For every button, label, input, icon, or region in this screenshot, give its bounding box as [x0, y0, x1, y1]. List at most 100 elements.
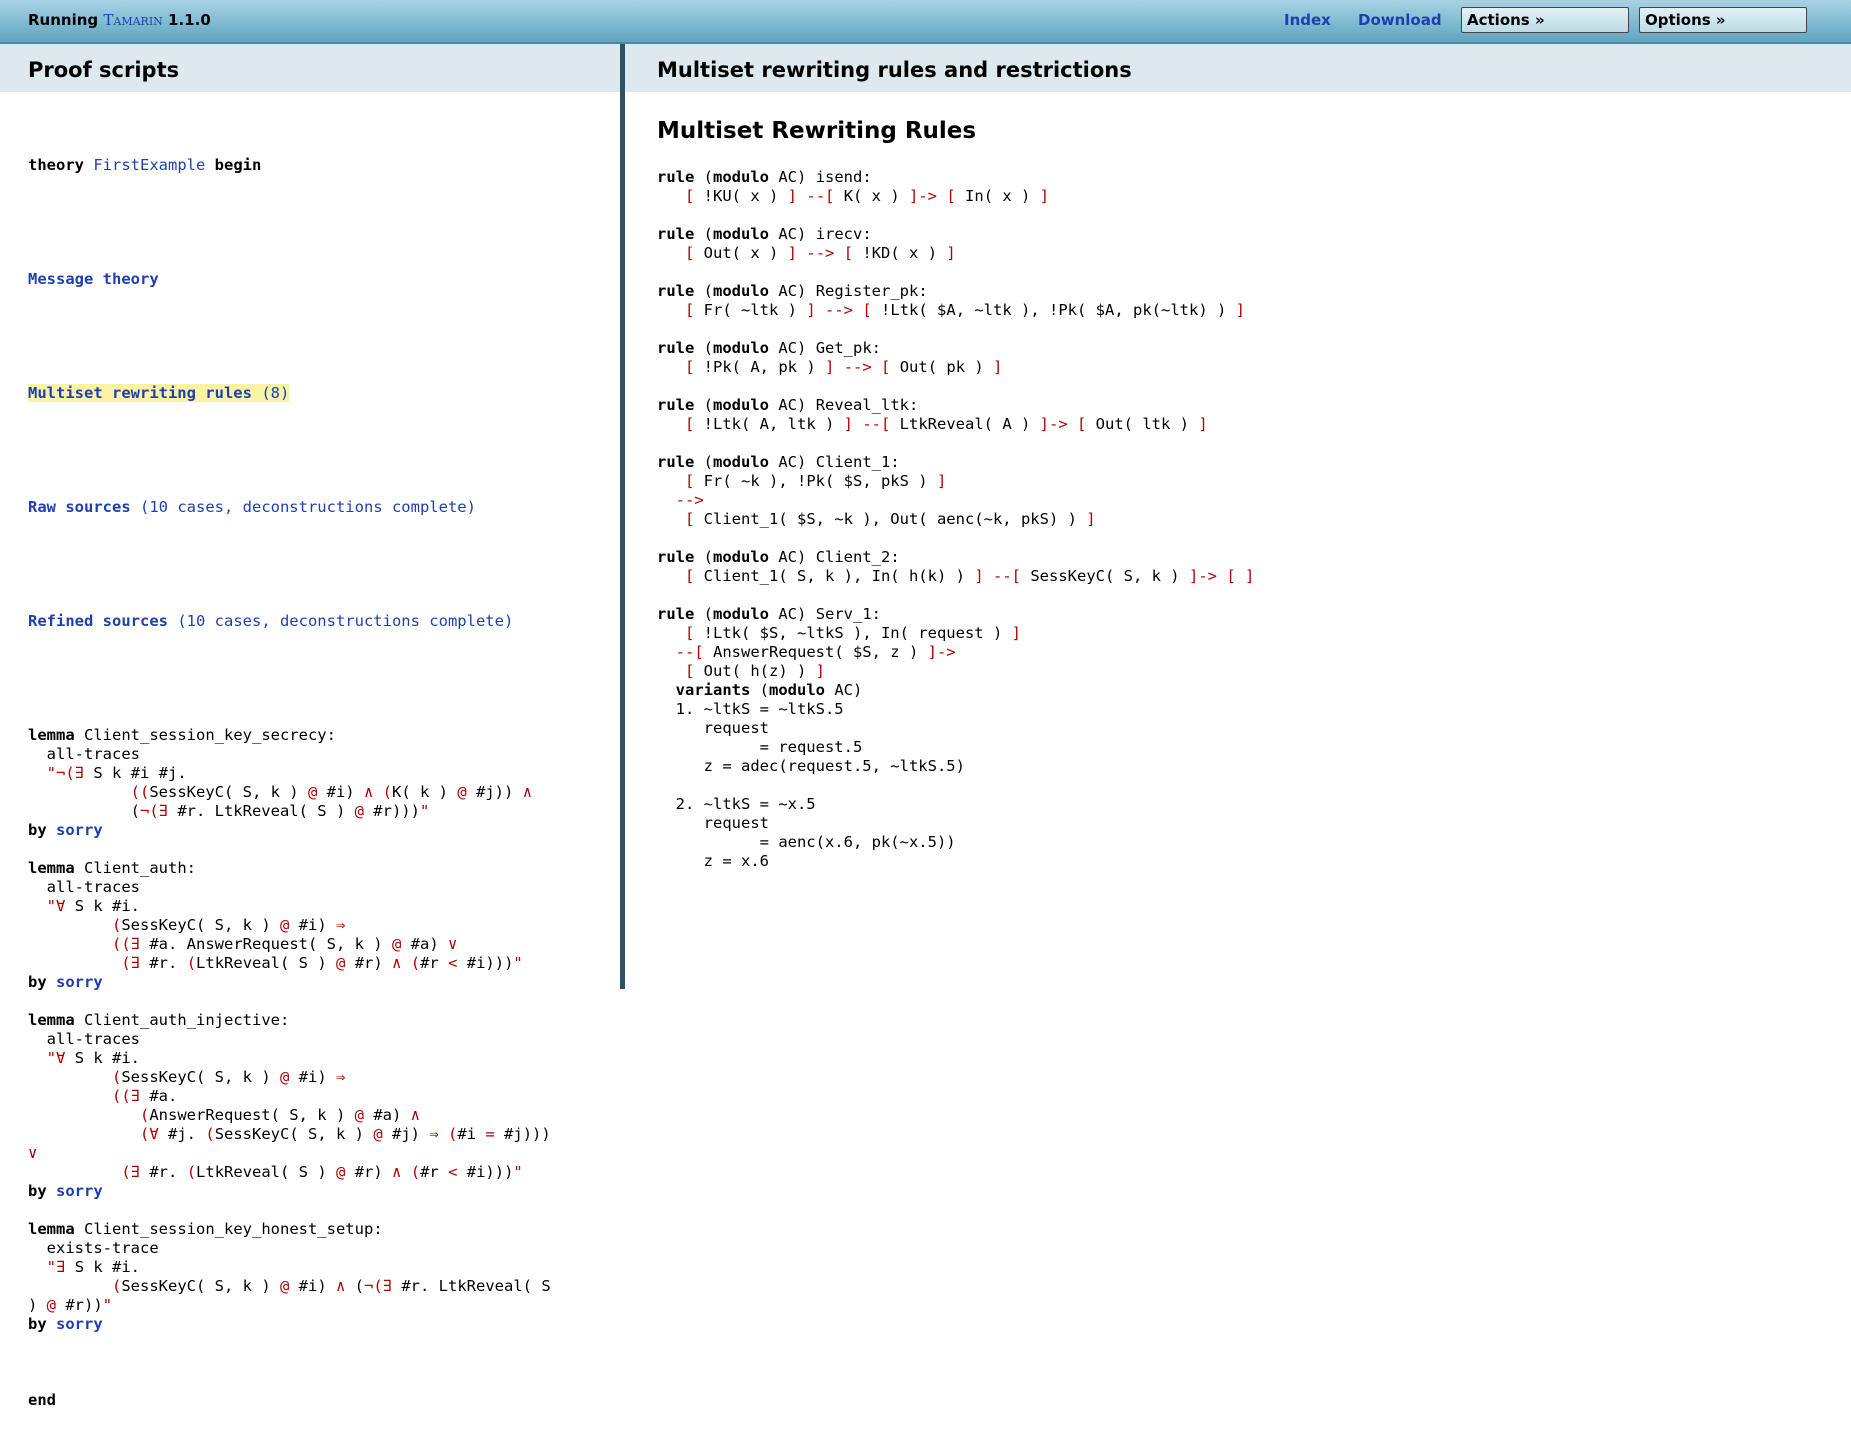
sorry-link[interactable]: sorry	[56, 1182, 103, 1200]
rule-name: Get_pk:	[815, 339, 882, 357]
panel-splitter[interactable]	[620, 44, 625, 989]
rule-keyword: rule	[657, 453, 695, 471]
rule-body-line: [ !Pk( A, pk ) ] --> [ Out( pk ) ]	[685, 358, 1003, 376]
lemma-keyword: lemma	[28, 859, 75, 877]
rule-name: Client_1:	[815, 453, 900, 471]
theory-keyword: theory	[28, 156, 84, 174]
left-panel-title: Proof scripts	[28, 58, 180, 82]
lemma-name: Client_session_key_honest_setup:	[84, 1220, 383, 1238]
variant-line: 1. ~ltkS = ~ltkS.5	[657, 700, 844, 718]
right-panel-header: Multiset rewriting rules and restriction…	[625, 44, 1851, 92]
rules-link[interactable]: Multiset rewriting rules (8)	[28, 384, 290, 402]
raw-sources-link[interactable]: Raw sources	[28, 498, 131, 516]
lemma-keyword: lemma	[28, 726, 75, 744]
rule-block: rule (modulo AC) Reveal_ltk: [ !Ltk( A, …	[657, 396, 1254, 453]
lemma-name: Client_auth_injective:	[84, 1011, 290, 1029]
index-link[interactable]: Index	[1284, 11, 1331, 29]
proof-line: by sorry	[28, 821, 551, 840]
section-title: Multiset Rewriting Rules	[657, 118, 977, 144]
refined-sources-link[interactable]: Refined sources	[28, 612, 168, 630]
options-menu-button[interactable]: Options »	[1639, 7, 1807, 33]
lemma-keyword: lemma	[28, 1220, 75, 1238]
rule-body-line: [ !Ltk( A, ltk ) ] --[ LtkReveal( A ) ]-…	[685, 415, 1208, 433]
theory-name-link[interactable]: FirstExample	[93, 156, 205, 174]
lemma-formula-line: all-traces	[28, 1030, 140, 1048]
by-keyword: by	[28, 973, 47, 991]
modulo-keyword: modulo	[713, 339, 769, 357]
message-theory-link[interactable]: Message theory	[28, 270, 159, 288]
rule-keyword: rule	[657, 548, 695, 566]
proof-line: by sorry	[28, 1182, 551, 1201]
lemma-formula-line: (∀ #j. (SessKeyC( S, k ) @ #j) ⇒ (#i = #…	[139, 1125, 551, 1143]
rule-body-line: --[ AnswerRequest( $S, z ) ]->	[675, 643, 956, 661]
app-brand: Running Tamarin 1.1.0	[28, 11, 211, 29]
refined-sources-info[interactable]: (10 cases, deconstructions complete)	[177, 612, 513, 630]
lemma-formula-line: ((SessKeyC( S, k ) @ #i) ∧ (K( k ) @ #j)…	[130, 783, 533, 801]
by-keyword: by	[28, 1315, 47, 1333]
modulo-keyword: modulo	[713, 282, 769, 300]
modulo-keyword: modulo	[713, 548, 769, 566]
left-panel-header: Proof scripts	[0, 44, 620, 92]
rule-body-line: [ !Ltk( $S, ~ltkS ), In( request ) ]	[685, 624, 1021, 642]
lemma-formula-line: ) @ #r))"	[28, 1296, 113, 1314]
rule-block: rule (modulo AC) Client_2: [ Client_1( S…	[657, 548, 1254, 605]
rule-keyword: rule	[657, 605, 695, 623]
variants-header: variants (modulo AC)	[675, 681, 863, 699]
brand-name: Tamarin	[103, 11, 163, 29]
lemma-keyword: lemma	[28, 1011, 75, 1029]
modulo-keyword: modulo	[713, 225, 769, 243]
sorry-link[interactable]: sorry	[56, 821, 103, 839]
proof-line: by sorry	[28, 973, 551, 992]
lemma-formula-line: (∃ #r. (LtkReveal( S ) @ #r) ∧ (#r < #i)…	[121, 954, 523, 972]
variant-line: z = x.6	[657, 852, 769, 870]
sorry-link[interactable]: sorry	[56, 973, 103, 991]
rule-name: irecv:	[815, 225, 872, 243]
brand-prefix: Running	[28, 11, 99, 29]
lemma-name: Client_auth:	[84, 859, 196, 877]
lemma-formula-line: (SessKeyC( S, k ) @ #i) ∧ (¬(∃ #r. LtkRe…	[112, 1277, 551, 1295]
rule-body-line: [ Fr( ~k ), !Pk( $S, pkS ) ]	[685, 472, 947, 490]
rule-keyword: rule	[657, 225, 695, 243]
rule-name: Serv_1:	[815, 605, 882, 623]
lemma-block: lemma Client_auth_injective: all-traces …	[28, 1011, 551, 1220]
modulo-theory: AC)	[778, 168, 807, 186]
raw-sources-info[interactable]: (10 cases, deconstructions complete)	[140, 498, 476, 516]
lemma-formula-line: all-traces	[28, 878, 140, 896]
rule-block: rule (modulo AC) isend: [ !KU( x ) ] --[…	[657, 168, 1254, 225]
variant-line: request	[657, 719, 769, 737]
variants-keyword: variants	[675, 681, 751, 699]
top-bar: Running Tamarin 1.1.0 Index Download Act…	[0, 0, 1851, 44]
rule-body-line: [ Fr( ~ltk ) ] --> [ !Ltk( $A, ~ltk ), !…	[685, 301, 1245, 319]
proof-line: by sorry	[28, 1315, 551, 1334]
rule-block: rule (modulo AC) irecv: [ Out( x ) ] -->…	[657, 225, 1254, 282]
rule-header: rule (modulo AC) Register_pk:	[657, 282, 928, 300]
sorry-link[interactable]: sorry	[56, 1315, 103, 1333]
rule-block: rule (modulo AC) Register_pk: [ Fr( ~ltk…	[657, 282, 1254, 339]
rules-count: (8)	[261, 384, 290, 402]
rule-header: rule (modulo AC) Client_1:	[657, 453, 900, 471]
rule-header: rule (modulo AC) Get_pk:	[657, 339, 882, 357]
rule-body-line: [ Out( h(z) ) ]	[685, 662, 826, 680]
lemma-formula-line: "∃ S k #i.	[46, 1258, 141, 1276]
proof-scripts: theory FirstExample begin Message theory…	[28, 118, 551, 1429]
rule-header: rule (modulo AC) isend:	[657, 168, 872, 186]
brand-version: 1.1.0	[168, 11, 211, 29]
rule-block: rule (modulo AC) Serv_1: [ !Ltk( $S, ~lt…	[657, 605, 1254, 871]
modulo-theory: AC)	[778, 453, 807, 471]
rule-name: Client_2:	[815, 548, 900, 566]
actions-menu-button[interactable]: Actions »	[1461, 7, 1629, 33]
variant-line: = aenc(x.6, pk(~x.5))	[657, 833, 956, 851]
modulo-theory: AC)	[834, 681, 863, 699]
rule-header: rule (modulo AC) Client_2:	[657, 548, 900, 566]
rule-header: rule (modulo AC) Reveal_ltk:	[657, 396, 919, 414]
download-link[interactable]: Download	[1358, 11, 1442, 29]
lemma-formula-line: "¬(∃ S k #i #j.	[46, 764, 187, 782]
rule-name: Register_pk:	[815, 282, 928, 300]
lemma-formula-line: (SessKeyC( S, k ) @ #i) ⇒	[112, 1068, 346, 1086]
modulo-theory: AC)	[778, 225, 807, 243]
variant-line: 2. ~ltkS = ~x.5	[657, 795, 816, 813]
lemma-list: lemma Client_session_key_secrecy: all-tr…	[28, 726, 551, 1353]
rule-keyword: rule	[657, 339, 695, 357]
variant-line	[657, 776, 1254, 795]
right-panel-title: Multiset rewriting rules and restriction…	[657, 58, 1132, 82]
